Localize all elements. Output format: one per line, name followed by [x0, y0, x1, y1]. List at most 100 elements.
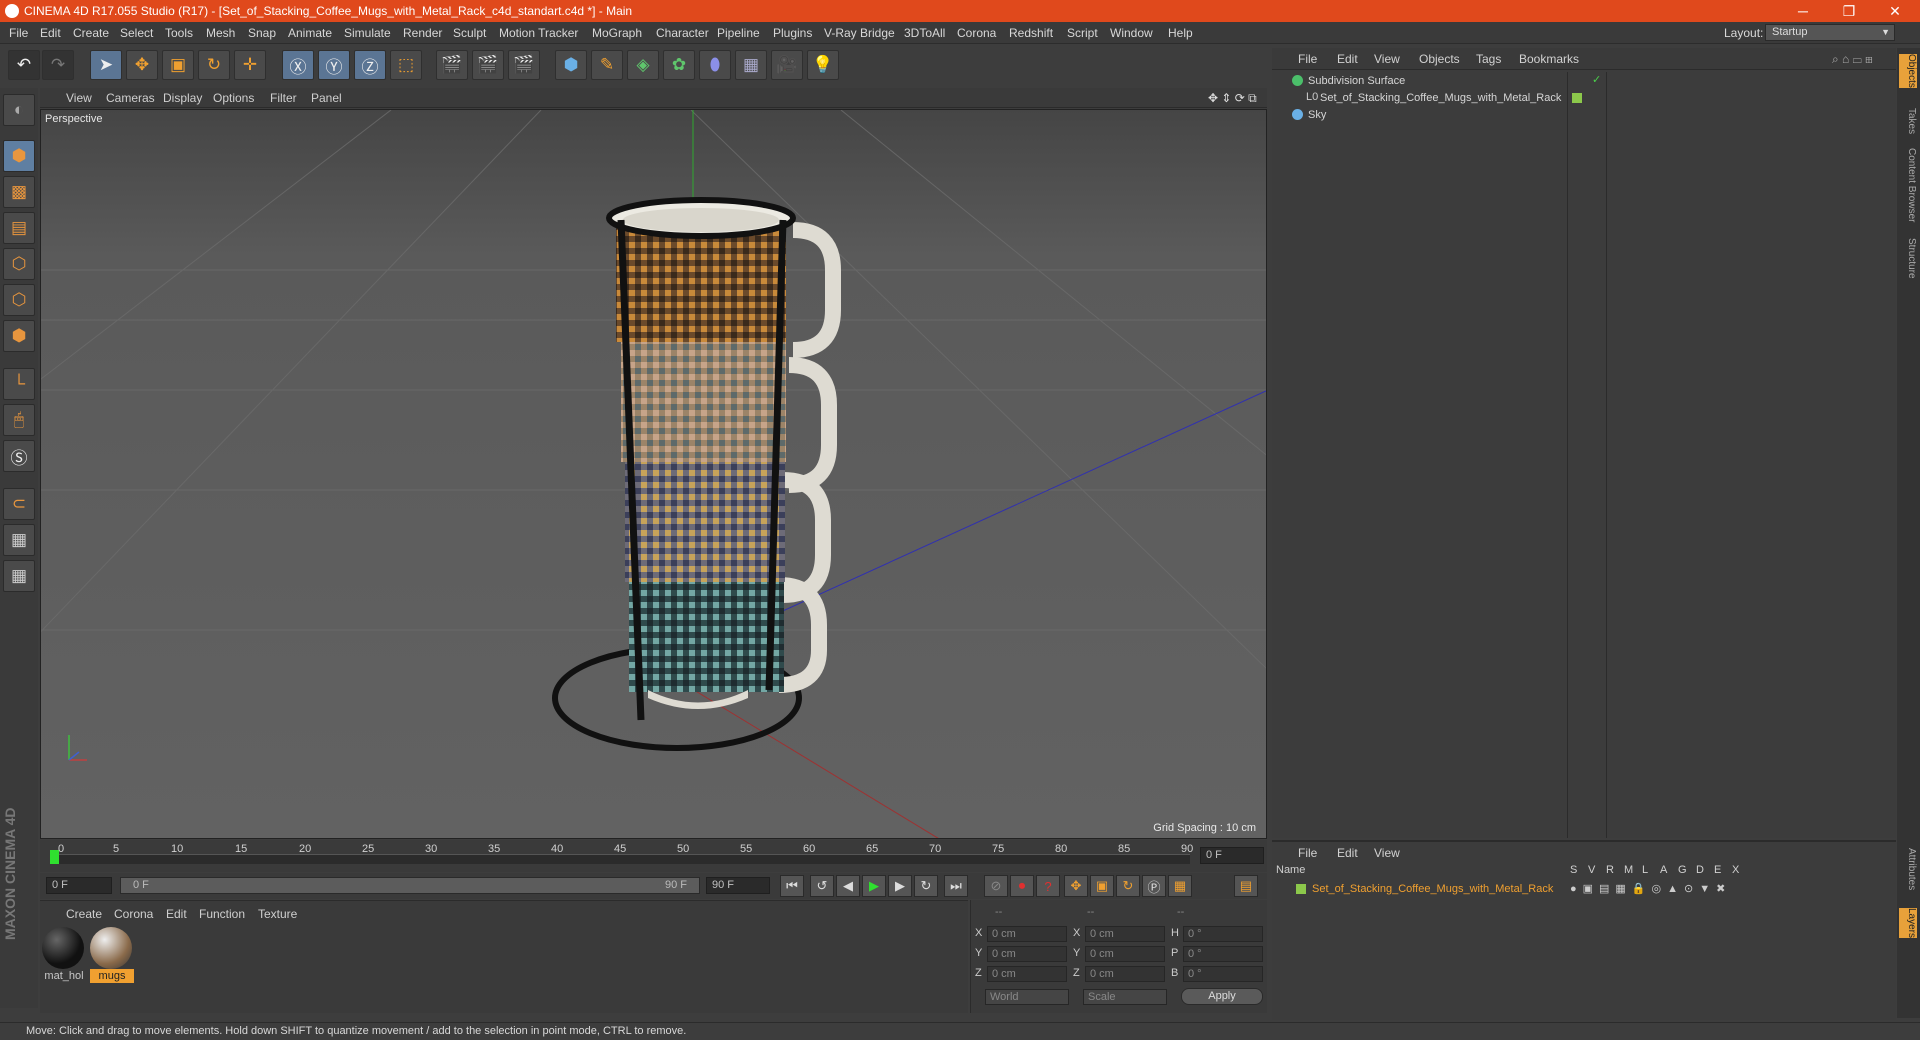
- viewport-menu-panel[interactable]: Panel: [311, 91, 342, 105]
- next-key-button[interactable]: ↻: [914, 875, 938, 897]
- end-frame-field[interactable]: 90 F: [706, 877, 770, 894]
- viewport-menu-display[interactable]: Display: [163, 91, 202, 105]
- scale-tool-button[interactable]: ▣: [162, 50, 194, 80]
- magnet-button[interactable]: ⊂: [3, 488, 35, 520]
- menu-create[interactable]: Create: [73, 26, 109, 40]
- key-parameter-button[interactable]: Ⓟ: [1142, 875, 1166, 897]
- tab-attributes[interactable]: Attributes: [1899, 848, 1917, 890]
- coordinate-system-button[interactable]: ⬚: [390, 50, 422, 80]
- render-settings-button[interactable]: 🎬: [508, 50, 540, 80]
- model-mode-button[interactable]: ⬢: [3, 140, 35, 172]
- current-frame-field[interactable]: 0 F: [1200, 847, 1264, 864]
- workplane-mode-button[interactable]: ▤: [3, 212, 35, 244]
- menu-snap[interactable]: Snap: [248, 26, 276, 40]
- viewport-menu-cameras[interactable]: Cameras: [106, 91, 155, 105]
- transform-tool-button[interactable]: ✛: [234, 50, 266, 80]
- snap-button[interactable]: Ⓢ: [3, 440, 35, 472]
- x-axis-button[interactable]: Ⓧ: [282, 50, 314, 80]
- move-tool-button[interactable]: ✥: [126, 50, 158, 80]
- key-position-button[interactable]: ✥: [1064, 875, 1088, 897]
- pen-spline-button[interactable]: ✎: [591, 50, 623, 80]
- play-button[interactable]: ▶: [862, 875, 886, 897]
- material-menu-texture[interactable]: Texture: [258, 907, 297, 921]
- viewport-menu-filter[interactable]: Filter: [270, 91, 297, 105]
- layer-menu-view[interactable]: View: [1374, 846, 1400, 860]
- minimize-button[interactable]: ─: [1780, 0, 1826, 22]
- material-menu-function[interactable]: Function: [199, 907, 245, 921]
- key-scale-button[interactable]: ▣: [1090, 875, 1114, 897]
- tab-layers[interactable]: Layers: [1899, 908, 1917, 939]
- menu-plugins[interactable]: Plugins: [773, 26, 812, 40]
- object-menu-objects[interactable]: Objects: [1419, 52, 1460, 66]
- menu-mesh[interactable]: Mesh: [206, 26, 235, 40]
- render-view-button[interactable]: 🎬: [436, 50, 468, 80]
- points-mode-button[interactable]: ⬡: [3, 248, 35, 280]
- light-button[interactable]: 💡: [807, 50, 839, 80]
- menu-select[interactable]: Select: [120, 26, 153, 40]
- y-axis-button[interactable]: Ⓨ: [318, 50, 350, 80]
- restore-button[interactable]: ❐: [1826, 0, 1872, 22]
- deformer-button[interactable]: ⬮: [699, 50, 731, 80]
- keyframe-disabled-button[interactable]: ⊘: [984, 875, 1008, 897]
- object-row-sky[interactable]: Sky: [1272, 106, 1896, 125]
- pos-z-field[interactable]: 0 cm: [987, 966, 1067, 982]
- menu-window[interactable]: Window: [1110, 26, 1153, 40]
- texture-mode-button[interactable]: ▩: [3, 176, 35, 208]
- timeline-ruler[interactable]: 0 5 10 15 20 25 30 35 40 45 50 55 60 65 …: [40, 840, 1267, 872]
- menu-pipeline[interactable]: Pipeline: [717, 26, 760, 40]
- rotate-tool-button[interactable]: ↻: [198, 50, 230, 80]
- menu-corona[interactable]: Corona: [957, 26, 996, 40]
- step-back-button[interactable]: ◀: [836, 875, 860, 897]
- material-menu-corona[interactable]: Corona: [114, 907, 153, 921]
- object-manager-tools[interactable]: ⌕ ⌂ ▭ ⊞: [1832, 52, 1873, 67]
- rot-h-field[interactable]: 0 °: [1183, 926, 1263, 942]
- tab-takes[interactable]: Takes: [1899, 108, 1917, 134]
- menu-redshift[interactable]: Redshift: [1009, 26, 1053, 40]
- range-slider[interactable]: 0 F 90 F: [120, 877, 700, 894]
- viewport-menu-options[interactable]: Options: [213, 91, 254, 105]
- pos-y-field[interactable]: 0 cm: [987, 946, 1067, 962]
- tab-objects[interactable]: Objects: [1899, 54, 1917, 88]
- perspective-viewport[interactable]: Perspective Grid Spacing : 10 cm: [40, 109, 1267, 839]
- apply-button[interactable]: Apply: [1181, 988, 1263, 1005]
- render-picture-viewer-button[interactable]: 🎬: [472, 50, 504, 80]
- object-menu-view[interactable]: View: [1374, 52, 1400, 66]
- object-menu-file[interactable]: File: [1298, 52, 1317, 66]
- undo-button[interactable]: ↶: [8, 50, 40, 80]
- subdivision-button[interactable]: ◈: [627, 50, 659, 80]
- material-menu-create[interactable]: Create: [66, 907, 102, 921]
- material-swatch[interactable]: mugs: [90, 927, 134, 987]
- timeline-layout-button[interactable]: ▤: [1234, 875, 1258, 897]
- menu-vray-bridge[interactable]: V-Ray Bridge: [824, 26, 895, 40]
- viewport-nav-icons[interactable]: ✥ ⇕ ⟳ ⧉: [1208, 91, 1257, 106]
- prev-key-button[interactable]: ↺: [810, 875, 834, 897]
- record-button[interactable]: ⏺: [1010, 875, 1034, 897]
- layer-menu-file[interactable]: File: [1298, 846, 1317, 860]
- size-x-field[interactable]: 0 cm: [1085, 926, 1165, 942]
- material-swatch[interactable]: mat_hol: [42, 927, 86, 987]
- redo-button[interactable]: ↷: [42, 50, 74, 80]
- key-rotation-button[interactable]: ↻: [1116, 875, 1140, 897]
- tab-content-browser[interactable]: Content Browser: [1899, 148, 1917, 222]
- menu-simulate[interactable]: Simulate: [344, 26, 391, 40]
- menu-sculpt[interactable]: Sculpt: [453, 26, 486, 40]
- size-y-field[interactable]: 0 cm: [1085, 946, 1165, 962]
- layout-dropdown[interactable]: Startup ▼: [1765, 24, 1895, 41]
- lock-workplane-button[interactable]: ▦: [3, 524, 35, 556]
- object-menu-edit[interactable]: Edit: [1337, 52, 1358, 66]
- tab-structure[interactable]: Structure: [1899, 238, 1917, 279]
- step-forward-button[interactable]: ▶: [888, 875, 912, 897]
- edges-mode-button[interactable]: ⬡: [3, 284, 35, 316]
- menu-tools[interactable]: Tools: [165, 26, 193, 40]
- rot-b-field[interactable]: 0 °: [1183, 966, 1263, 982]
- pos-x-field[interactable]: 0 cm: [987, 926, 1067, 942]
- menu-character[interactable]: Character: [656, 26, 709, 40]
- key-pla-button[interactable]: ▦: [1168, 875, 1192, 897]
- layer-menu-edit[interactable]: Edit: [1337, 846, 1358, 860]
- menu-file[interactable]: File: [9, 26, 28, 40]
- object-menu-tags[interactable]: Tags: [1476, 52, 1501, 66]
- make-editable-button[interactable]: ◐: [3, 94, 35, 126]
- tweak-mode-button[interactable]: 🖱: [3, 404, 35, 436]
- menu-motion-tracker[interactable]: Motion Tracker: [499, 26, 578, 40]
- scale-dropdown[interactable]: Scale: [1083, 989, 1167, 1005]
